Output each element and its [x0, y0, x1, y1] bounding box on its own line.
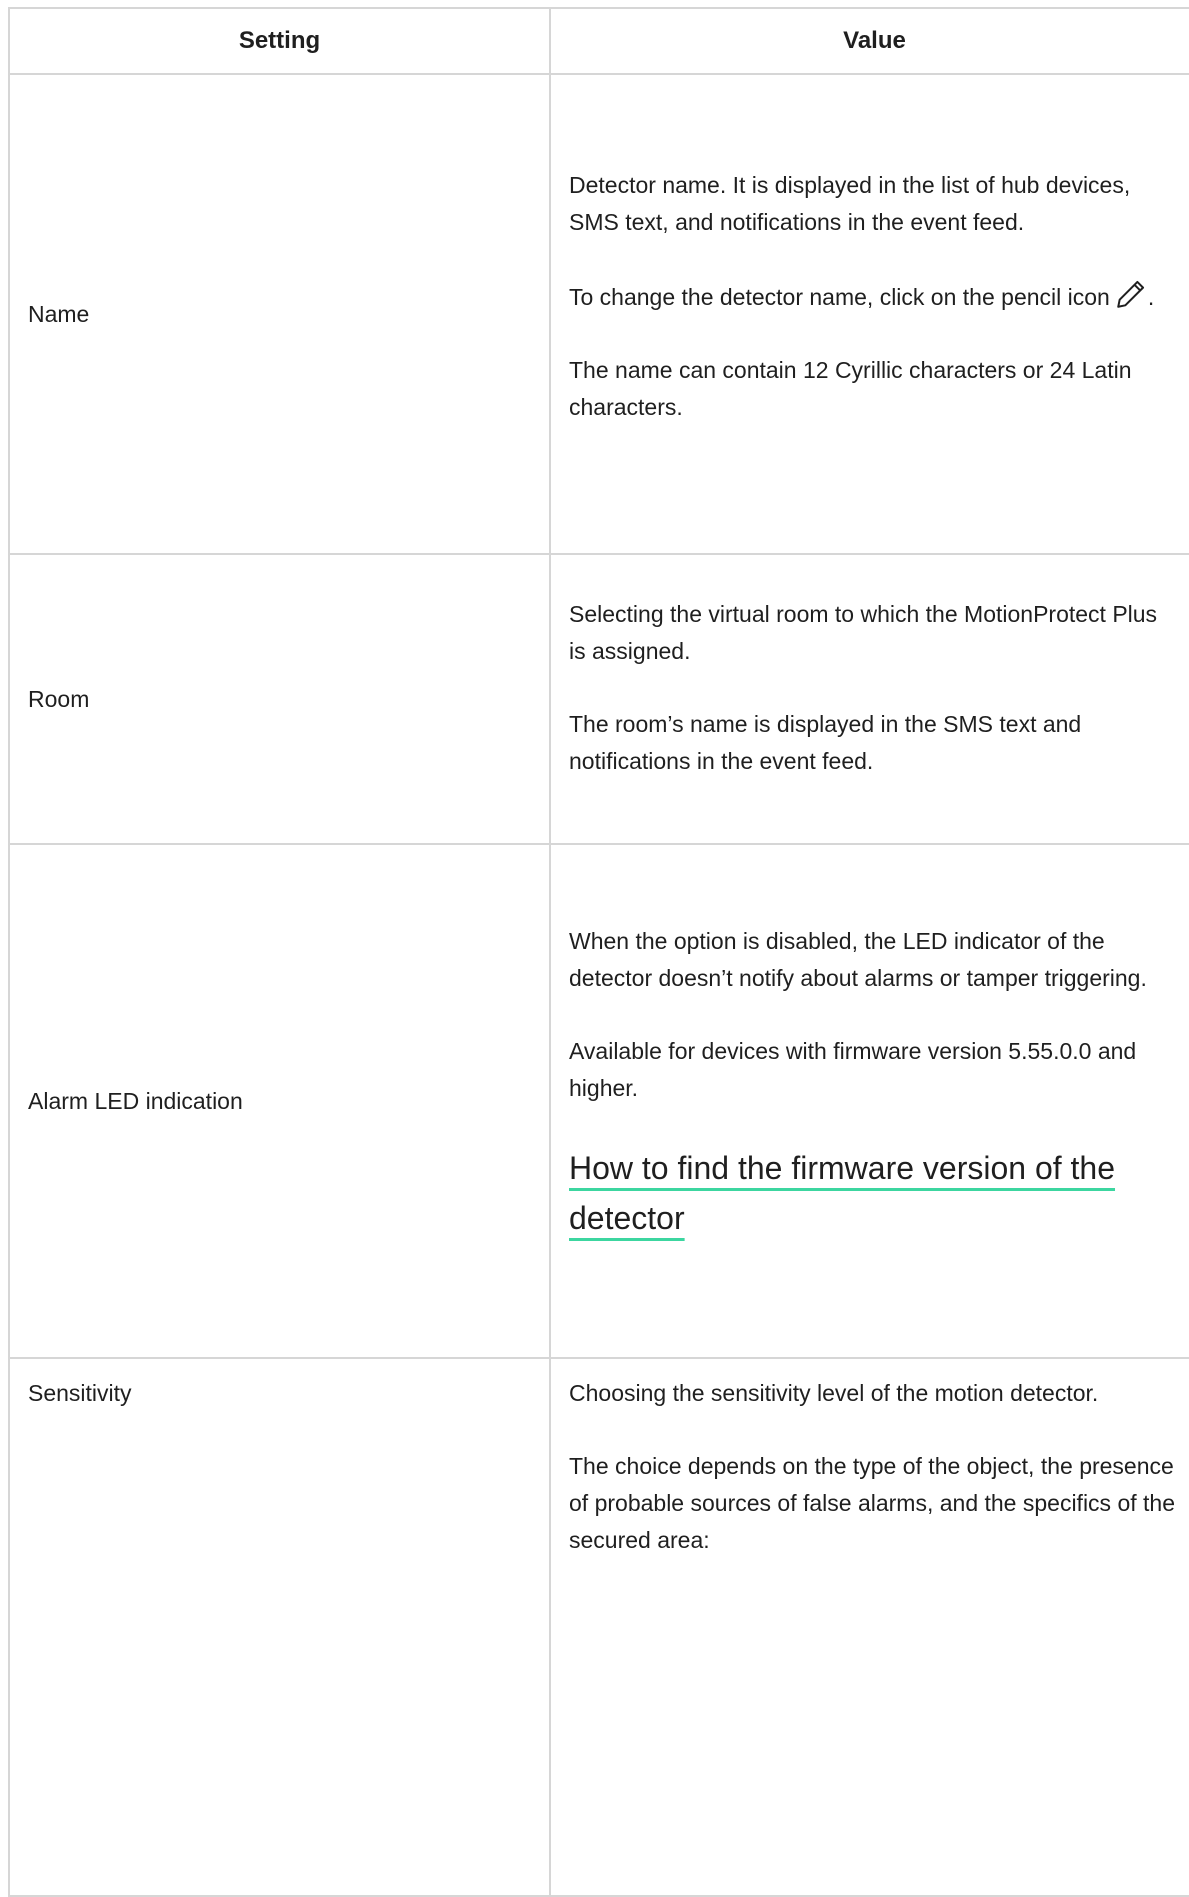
description-paragraph: Detector name. It is displayed in the li… — [569, 171, 1131, 235]
table-row-sensitivity: Sensitivity Choosing the sensitivity lev… — [8, 1357, 1189, 1897]
description-paragraph: Selecting the virtual room to which the … — [569, 601, 1158, 664]
setting-name-description: Detector name. It is displayed in the li… — [549, 73, 1189, 555]
setting-name-label: Name — [8, 73, 551, 555]
description-paragraph: The name can contain 12 Cyrillic charact… — [569, 356, 1132, 420]
pencil-suffix: . — [1147, 283, 1155, 310]
description-paragraph: To change the detector name, click on th… — [569, 277, 1178, 316]
setting-alarm-led-description: When the option is disabled, the LED ind… — [549, 843, 1189, 1359]
table-row-alarm-led: Alarm LED indication When the option is … — [8, 843, 1189, 1359]
setting-alarm-led-label: Alarm LED indication — [8, 843, 551, 1359]
description-paragraph: Available for devices with firmware vers… — [569, 1038, 1137, 1101]
description-paragraph: Choosing the sensitivity level of the mo… — [569, 1380, 1099, 1406]
pencil-instruction-text: To change the detector name, click on th… — [569, 283, 1110, 310]
setting-room-description: Selecting the virtual room to which the … — [549, 553, 1189, 845]
table-row-room: Room Selecting the virtual room to which… — [8, 553, 1189, 845]
setting-sensitivity-label: Sensitivity — [8, 1357, 551, 1897]
description-paragraph: When the option is disabled, the LED ind… — [569, 928, 1147, 991]
firmware-version-link[interactable]: How to find the firmware version of the … — [569, 1143, 1178, 1243]
pencil-icon — [1117, 280, 1144, 308]
setting-sensitivity-description: Choosing the sensitivity level of the mo… — [549, 1357, 1189, 1897]
settings-table: Setting Value Name Detector name. It is … — [8, 7, 1189, 1897]
setting-room-label: Room — [8, 553, 551, 845]
table-row-name: Name Detector name. It is displayed in t… — [8, 73, 1189, 555]
description-paragraph: The choice depends on the type of the ob… — [569, 1453, 1175, 1553]
table-header-row: Setting Value — [8, 7, 1189, 75]
description-paragraph: The room’s name is displayed in the SMS … — [569, 711, 1082, 774]
column-header-value: Value — [549, 7, 1189, 75]
column-header-setting: Setting — [8, 7, 551, 75]
